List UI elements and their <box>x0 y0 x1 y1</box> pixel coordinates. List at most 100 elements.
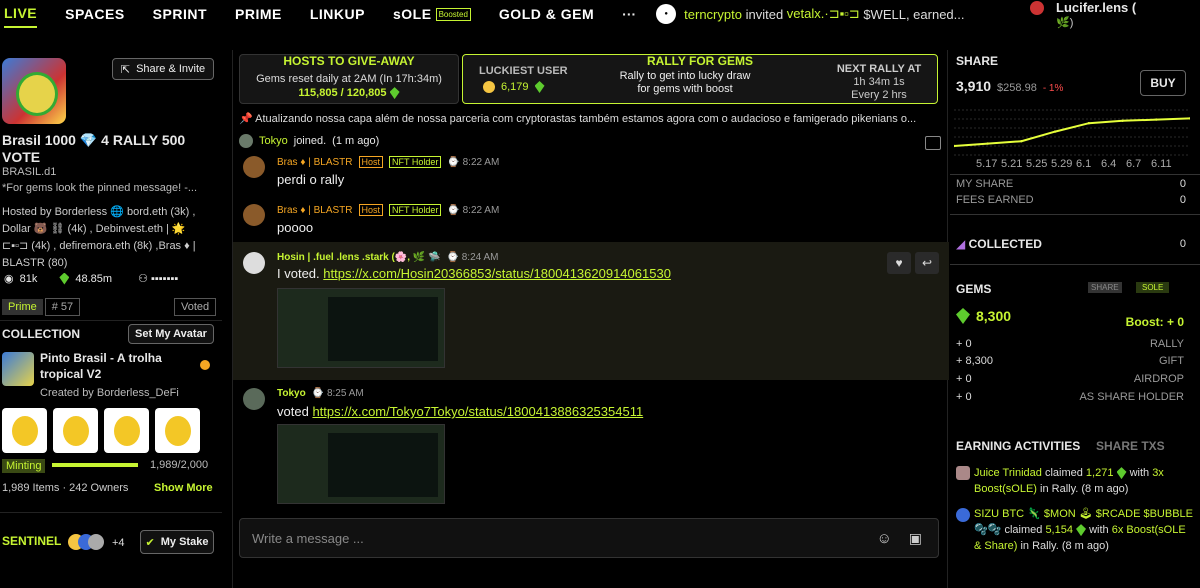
boosted-badge: Boosted <box>435 7 471 21</box>
nft-item[interactable] <box>53 408 98 453</box>
sentinel-count: +4 <box>112 537 125 549</box>
joined-avatar <box>239 134 253 148</box>
message-author[interactable]: Tokyo <box>277 388 306 399</box>
tab-sprint[interactable]: SPRINT <box>153 0 207 28</box>
chart-x-tick: 5.17 <box>976 158 998 170</box>
message-author[interactable]: Bras ♦ | BLASTR <box>277 157 353 168</box>
hosts-progress-value: 115,805 / 120,805 <box>298 87 387 99</box>
show-more-link[interactable]: Show More <box>154 482 213 494</box>
activity-ticker[interactable]: ● terncrypto invited vetalx.·⊐▪▫⊐ $WELL,… <box>656 4 965 24</box>
mint-progress-bar <box>52 463 138 467</box>
share-invite-button[interactable]: ⇱ Share & Invite <box>112 58 214 80</box>
set-avatar-button[interactable]: Set My Avatar <box>128 324 214 344</box>
members-icon: ◉ <box>4 273 14 285</box>
share-toggle-label: SHARE <box>1091 283 1119 292</box>
account-name: Lucifer.lens ( <box>1056 0 1137 15</box>
share-invite-label: Share & Invite <box>136 63 206 75</box>
activity-avatar[interactable] <box>956 508 970 522</box>
message-text: voted https://x.com/Tokyo7Tokyo/status/1… <box>277 404 644 419</box>
account-menu[interactable]: Lucifer.lens ( 🌿) <box>1030 0 1137 29</box>
tab-earning-activities[interactable]: EARNING ACTIVITIES <box>956 439 1080 453</box>
room-avatar <box>2 58 66 124</box>
activity-user[interactable]: Juice Trinidad <box>974 467 1042 479</box>
activity-avatar[interactable] <box>956 466 970 480</box>
collection-name[interactable]: Pinto Brasil - A trolha tropical V2 <box>40 350 200 382</box>
share-icon: ⇱ <box>120 63 131 76</box>
next-rally-time: 1h 34m 1s <box>853 76 905 88</box>
message-text: perdi o rally <box>277 172 345 187</box>
divider <box>0 320 222 321</box>
hosts-giveaway-card: HOSTS TO GIVE-AWAY Gems reset daily at 2… <box>239 54 459 104</box>
message-text: poooo <box>277 220 314 235</box>
joined-name[interactable]: Tokyo <box>259 135 288 147</box>
next-rally-title: NEXT RALLY AT <box>836 63 922 75</box>
message-input[interactable]: Write a message ... ☺ ▣ <box>239 518 939 558</box>
gem-icon <box>59 272 70 285</box>
link-preview-image[interactable] <box>277 288 445 368</box>
my-stake-button[interactable]: ✔ My Stake <box>140 530 214 554</box>
ticker-avatar: ● <box>656 4 677 24</box>
owners-label: Owners <box>90 482 129 494</box>
reply-icon[interactable]: ↩ <box>915 252 939 274</box>
chart-series-line <box>954 117 1190 147</box>
image-icon[interactable]: ▣ <box>909 530 922 547</box>
gems-sole-toggle[interactable]: SOLE <box>1136 282 1170 293</box>
tab-gold-gem[interactable]: GOLD & GEM <box>499 0 594 28</box>
share-price: 3,910 <box>956 78 992 94</box>
room-stats: ◉ 81k 48.85m ⚇ ▪▪▪▪▪▪▪ <box>4 272 178 285</box>
my-stake-label: My Stake <box>160 536 209 548</box>
message-avatar[interactable] <box>243 156 265 178</box>
message-avatar[interactable] <box>243 252 265 274</box>
sentinel-avatars[interactable] <box>68 534 108 550</box>
buy-button[interactable]: BUY <box>1140 70 1186 96</box>
luckiest-user[interactable]: 6,179 <box>483 81 545 93</box>
message-link[interactable]: https://x.com/Tokyo7Tokyo/status/1800413… <box>312 404 643 419</box>
gems-value: 8,300 <box>976 308 1012 324</box>
host-badge: Host <box>358 204 384 216</box>
activity-item: SIZU BTC 🦎 $MON 🕹 $RCADE $BUBBLE 🫧🫧 clai… <box>974 508 1193 552</box>
collection-stats: 1,989 Items · 242 Owners <box>2 482 128 494</box>
collection-heading: COLLECTION <box>2 327 80 341</box>
gems-share-toggle[interactable]: SHARE <box>1088 282 1122 293</box>
collection-thumbnail[interactable] <box>2 352 34 386</box>
ticker-target: vetalx.·⊐▪▫⊐ <box>786 6 860 21</box>
gem-row-value: + 8,300 <box>956 355 994 367</box>
announcement-text: Atualizando nossa capa além de nossa par… <box>255 113 917 125</box>
share-usd: $258.98 <box>997 82 1037 94</box>
prime-badge: Prime <box>2 299 43 315</box>
gem-row-label: GIFT <box>1158 355 1184 367</box>
host-badge: Host <box>358 156 384 168</box>
emoji-icon[interactable]: ☺ <box>877 530 892 547</box>
gems-value-row: 8,300 <box>956 308 1011 324</box>
tab-sole[interactable]: sOLE Boosted <box>393 0 471 28</box>
collected-label: COLLECTED <box>968 237 1042 251</box>
more-menu-icon[interactable]: ··· <box>622 6 636 22</box>
tab-linkup[interactable]: LINKUP <box>310 0 365 28</box>
share-price-row: 3,910 $258.98 - 1% <box>956 78 1063 94</box>
minimize-icon[interactable] <box>925 136 941 150</box>
heart-icon[interactable]: ♥ <box>887 252 911 274</box>
tab-live[interactable]: LIVE <box>4 0 38 28</box>
gem-icon <box>534 81 545 93</box>
message-author[interactable]: Hosin | .fuel .lens .stark (🌸, 🌿 🛸 <box>277 252 441 263</box>
hosts-title: HOSTS TO GIVE-AWAY <box>283 54 415 68</box>
chat-panel: HOSTS TO GIVE-AWAY Gems reset daily at 2… <box>232 50 949 588</box>
announcement-bar[interactable]: 📌 Atualizando nossa capa além de nossa p… <box>239 112 939 125</box>
nft-item[interactable] <box>104 408 149 453</box>
items-count: 1,989 <box>2 482 30 494</box>
message-avatar[interactable] <box>243 204 265 226</box>
divider <box>950 214 1200 215</box>
tab-prime[interactable]: PRIME <box>235 0 282 28</box>
sentinel-label: SENTINEL <box>2 534 62 548</box>
nft-item[interactable] <box>155 408 200 453</box>
message-link[interactable]: https://x.com/Hosin20366853/status/18004… <box>323 266 671 281</box>
tab-spaces[interactable]: SPACES <box>65 0 125 28</box>
nft-item[interactable] <box>2 408 47 453</box>
owners-count: 242 <box>69 482 88 494</box>
gems-boost: Boost: + 0 <box>1125 315 1184 329</box>
link-preview-image[interactable] <box>277 424 445 504</box>
room-info-panel: ⇱ Share & Invite Brasil 1000 💎 4 RALLY 50… <box>0 50 222 588</box>
message-author[interactable]: Bras ♦ | BLASTR <box>277 205 353 216</box>
tab-share-txs[interactable]: SHARE TXS <box>1096 439 1165 453</box>
message-avatar[interactable] <box>243 388 265 410</box>
